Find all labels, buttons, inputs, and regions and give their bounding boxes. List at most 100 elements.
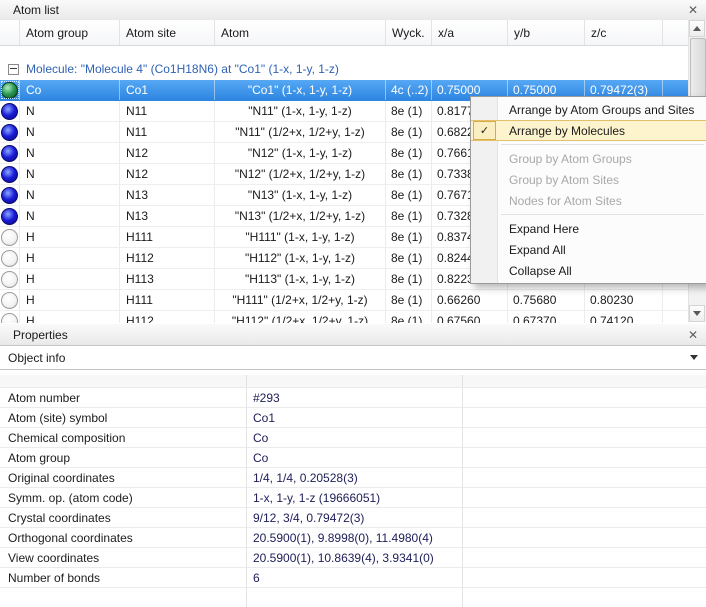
menu-item[interactable]: Arrange by Atom Groups and Sites bbox=[471, 99, 706, 120]
atom-group-cell: H bbox=[20, 248, 120, 268]
property-value: 20.5900(1), 9.8998(0), 11.4980(4) bbox=[247, 528, 463, 547]
object-info-dropdown[interactable]: Object info bbox=[0, 346, 706, 370]
wyckoff-cell: 8e (1) bbox=[386, 227, 432, 247]
atom-site-cell: N12 bbox=[120, 143, 215, 163]
h-atom-sphere-icon bbox=[1, 229, 18, 246]
property-label bbox=[0, 375, 247, 387]
property-extra-cell bbox=[463, 428, 706, 447]
triangle-down-icon bbox=[693, 311, 701, 316]
property-label bbox=[0, 588, 247, 607]
atom-list-column-header: Atom groupAtom siteAtomWyck.x/ay/bz/c bbox=[0, 20, 689, 46]
atom-group-cell: N bbox=[20, 122, 120, 142]
menu-item: Group by Atom Groups bbox=[471, 148, 706, 169]
filler-cell bbox=[663, 311, 689, 323]
property-extra-cell bbox=[463, 468, 706, 487]
menu-item[interactable]: Collapse All bbox=[471, 260, 706, 281]
molecule-group-row[interactable]: Molecule: "Molecule 4" (Co1H18N6) at "Co… bbox=[0, 58, 697, 80]
property-extra-cell bbox=[463, 448, 706, 467]
property-row: Number of bonds6 bbox=[0, 568, 706, 588]
atom-site-cell: Co1 bbox=[120, 80, 215, 100]
wyckoff-cell: 8e (1) bbox=[386, 101, 432, 121]
menu-separator bbox=[501, 144, 704, 145]
atom-label-cell: "Co1" (1-x, 1-y, 1-z) bbox=[215, 80, 386, 100]
menu-separator bbox=[501, 214, 704, 215]
menu-item-label: Arrange by Atom Groups and Sites bbox=[509, 103, 694, 117]
property-extra-cell bbox=[463, 375, 706, 387]
close-icon[interactable]: ✕ bbox=[688, 329, 698, 341]
menu-item[interactable]: ✓Arrange by Molecules bbox=[471, 120, 706, 141]
property-row: View coordinates20.5900(1), 10.8639(4), … bbox=[0, 548, 706, 568]
scroll-up-icon[interactable] bbox=[689, 20, 705, 37]
property-row: Symm. op. (atom code)1-x, 1-y, 1-z (1966… bbox=[0, 488, 706, 508]
property-label: Number of bonds bbox=[0, 568, 247, 587]
menu-item: Nodes for Atom Sites bbox=[471, 190, 706, 211]
atom-row[interactable]: HH112"H112" (1/2+x, 1/2+y, 1-z)8e (1)0.6… bbox=[0, 311, 689, 323]
column-header[interactable]: x/a bbox=[432, 20, 508, 45]
atom-group-cell: H bbox=[20, 311, 120, 323]
property-value: 6 bbox=[247, 568, 463, 587]
collapse-icon[interactable] bbox=[8, 64, 19, 75]
property-value: Co bbox=[247, 428, 463, 447]
zc-cell: 0.80230 bbox=[585, 290, 663, 310]
menu-item-label: Arrange by Molecules bbox=[509, 124, 625, 138]
property-value: 1-x, 1-y, 1-z (19666051) bbox=[247, 488, 463, 507]
wyckoff-cell: 8e (1) bbox=[386, 248, 432, 268]
property-value: #293 bbox=[247, 388, 463, 407]
property-label: Symm. op. (atom code) bbox=[0, 488, 247, 507]
atom-site-cell: N13 bbox=[120, 185, 215, 205]
property-value bbox=[247, 375, 463, 387]
atom-icon-cell bbox=[0, 206, 20, 226]
property-extra-cell bbox=[463, 568, 706, 587]
molecule-group-label: Molecule: "Molecule 4" (Co1H18N6) at "Co… bbox=[26, 62, 339, 76]
n-atom-sphere-icon bbox=[1, 124, 18, 141]
atom-icon-cell bbox=[0, 248, 20, 268]
atom-row[interactable]: HH111"H111" (1/2+x, 1/2+y, 1-z)8e (1)0.6… bbox=[0, 290, 689, 311]
column-header[interactable]: z/c bbox=[585, 20, 663, 45]
property-label: Original coordinates bbox=[0, 468, 247, 487]
property-label: Chemical composition bbox=[0, 428, 247, 447]
atom-label-cell: "N11" (1-x, 1-y, 1-z) bbox=[215, 101, 386, 121]
n-atom-sphere-icon bbox=[1, 208, 18, 225]
column-header[interactable]: Atom bbox=[215, 20, 386, 45]
atom-label-cell: "H111" (1/2+x, 1/2+y, 1-z) bbox=[215, 290, 386, 310]
scrollbar-thumb[interactable] bbox=[690, 38, 706, 102]
menu-item[interactable]: Expand Here bbox=[471, 218, 706, 239]
scroll-down-icon[interactable] bbox=[689, 305, 705, 322]
atom-icon-cell bbox=[0, 311, 20, 323]
n-atom-sphere-icon bbox=[1, 166, 18, 183]
atom-site-cell: H112 bbox=[120, 248, 215, 268]
atom-group-cell: H bbox=[20, 269, 120, 289]
property-row bbox=[0, 375, 706, 388]
property-extra-cell bbox=[463, 588, 706, 607]
column-header[interactable]: Atom group bbox=[20, 20, 120, 45]
properties-table: Atom number#293Atom (site) symbolCo1Chem… bbox=[0, 375, 706, 607]
column-header-icon[interactable] bbox=[0, 20, 20, 45]
column-header[interactable]: y/b bbox=[508, 20, 585, 45]
atom-group-cell: Co bbox=[20, 80, 120, 100]
atom-label-cell: "H112" (1-x, 1-y, 1-z) bbox=[215, 248, 386, 268]
property-extra-cell bbox=[463, 548, 706, 567]
property-row: Atom number#293 bbox=[0, 388, 706, 408]
menu-item[interactable]: Expand All bbox=[471, 239, 706, 260]
column-header-filler[interactable] bbox=[663, 20, 689, 45]
atom-site-cell: H113 bbox=[120, 269, 215, 289]
close-icon[interactable]: ✕ bbox=[688, 4, 698, 16]
atom-group-cell: H bbox=[20, 227, 120, 247]
xa-cell: 0.67560 bbox=[432, 311, 508, 323]
property-extra-cell bbox=[463, 388, 706, 407]
wyckoff-cell: 8e (1) bbox=[386, 311, 432, 323]
menu-item-label: Collapse All bbox=[509, 264, 572, 278]
atom-icon-cell bbox=[0, 101, 20, 121]
property-value bbox=[247, 588, 463, 607]
property-row: Crystal coordinates9/12, 3/4, 0.79472(3) bbox=[0, 508, 706, 528]
column-header[interactable]: Atom site bbox=[120, 20, 215, 45]
wyckoff-cell: 8e (1) bbox=[386, 122, 432, 142]
triangle-up-icon bbox=[693, 26, 701, 31]
atom-label-cell: "N13" (1/2+x, 1/2+y, 1-z) bbox=[215, 206, 386, 226]
n-atom-sphere-icon bbox=[1, 103, 18, 120]
h-atom-sphere-icon bbox=[1, 292, 18, 309]
zc-cell: 0.74120 bbox=[585, 311, 663, 323]
column-header[interactable]: Wyck. bbox=[386, 20, 432, 45]
atom-group-cell: H bbox=[20, 290, 120, 310]
context-menu: Arrange by Atom Groups and Sites ✓Arrange… bbox=[470, 96, 706, 284]
